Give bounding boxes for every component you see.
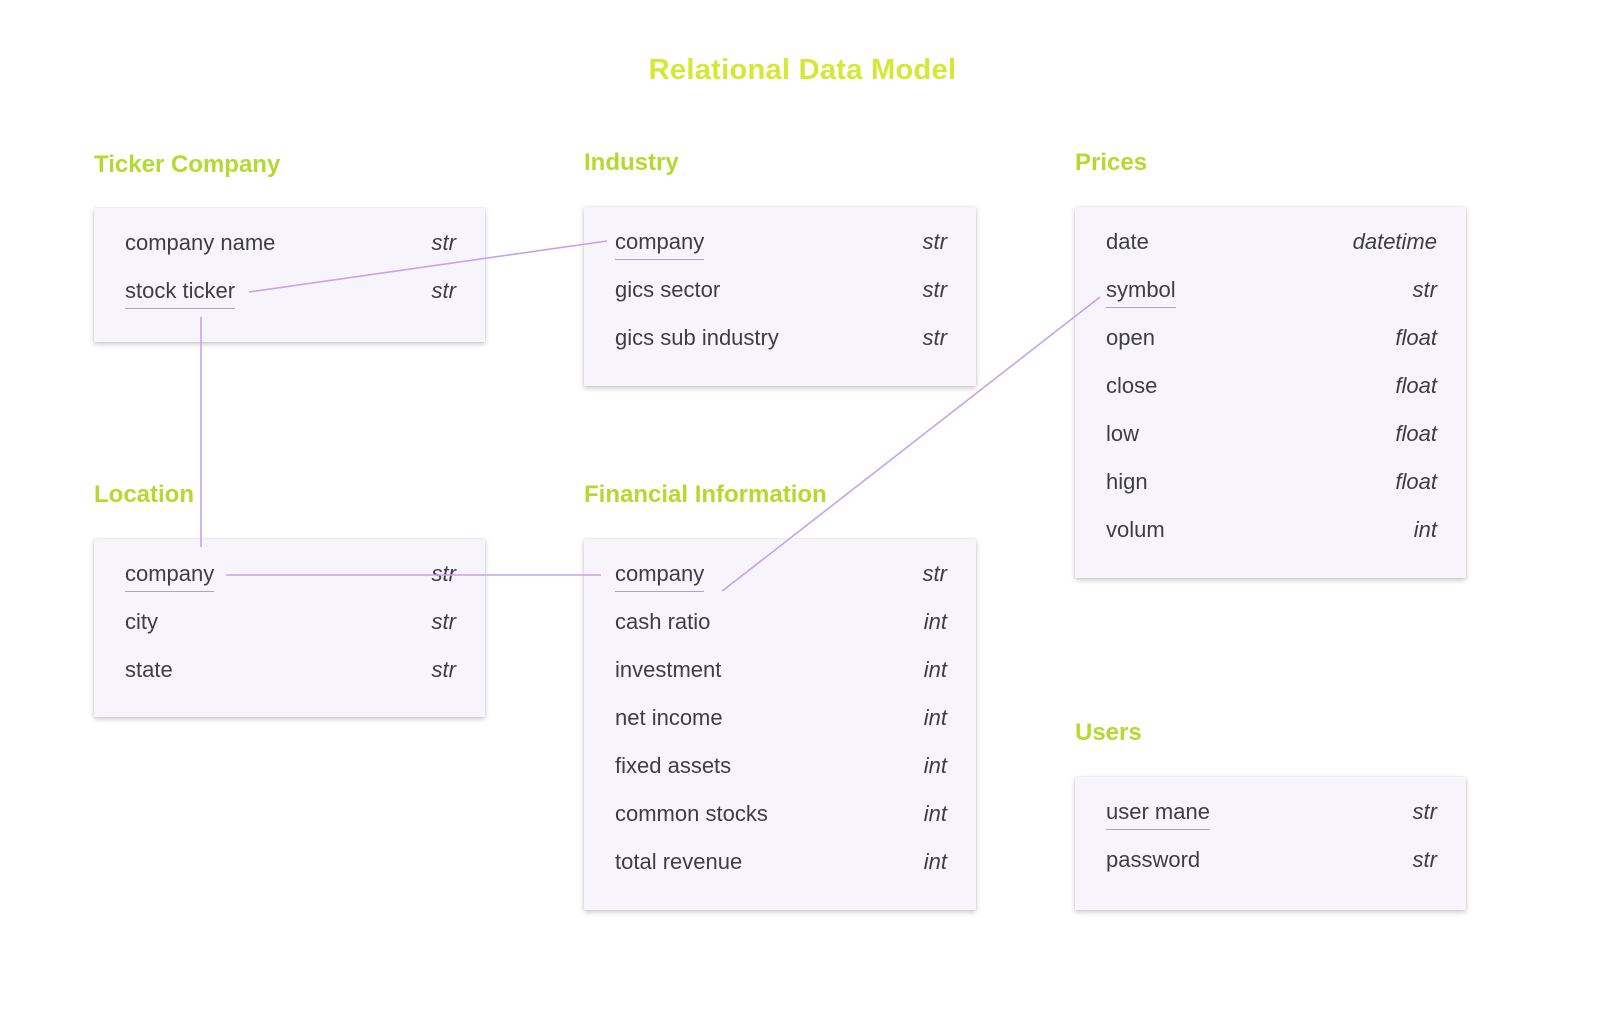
key-field-name: user mane	[1106, 799, 1210, 830]
location-table: company str city str state str	[94, 539, 485, 717]
field-name: state	[125, 657, 173, 682]
field-name: open	[1106, 325, 1155, 350]
field-row: company name str	[125, 230, 456, 260]
diagram-title: Relational Data Model	[648, 54, 957, 86]
field-type: str	[922, 561, 947, 586]
field-name: gics sub industry	[615, 325, 779, 350]
field-type: int	[923, 609, 947, 634]
field-type: int	[923, 657, 947, 682]
field-row: date datetime	[1106, 229, 1437, 259]
field-row: fixed assets int	[615, 753, 947, 783]
field-type: str	[1412, 847, 1437, 872]
field-row: company str	[125, 561, 456, 592]
field-type: str	[431, 278, 456, 303]
prices-table-title: Prices	[1075, 149, 1148, 176]
financial-information-table-title: Financial Information	[584, 481, 827, 508]
field-type: float	[1395, 421, 1437, 446]
field-row: open float	[1106, 325, 1437, 355]
field-row: hign float	[1106, 469, 1437, 499]
key-field-name: company	[615, 561, 705, 592]
prices-table: date datetime symbol str open float close float…	[1075, 207, 1466, 578]
field-name: company name	[125, 230, 276, 255]
field-type: str	[922, 325, 947, 350]
field-name: low	[1106, 421, 1140, 446]
field-row: state str	[125, 657, 456, 687]
field-type: float	[1395, 469, 1437, 494]
field-type: datetime	[1352, 229, 1437, 254]
field-name: close	[1106, 373, 1158, 398]
field-row: common stocks int	[615, 801, 947, 831]
field-row: volum int	[1106, 517, 1437, 547]
industry-table: company str gics sector str gics sub industr…	[584, 207, 976, 386]
field-type: str	[431, 609, 456, 634]
users-table: user mane str password str	[1075, 777, 1466, 910]
financial-information-table: company str cash ratio int investment int net …	[584, 539, 976, 910]
field-row: investment int	[615, 657, 947, 687]
field-type: int	[923, 801, 947, 826]
field-type: str	[431, 657, 456, 682]
field-type: str	[431, 230, 456, 255]
ticker-company-table: company name str stock ticker str	[94, 208, 485, 342]
field-row: gics sector str	[615, 277, 947, 307]
field-row: total revenue int	[615, 849, 947, 879]
field-name: total revenue	[615, 849, 743, 874]
field-row: close float	[1106, 373, 1437, 403]
industry-table-title: Industry	[584, 149, 679, 176]
field-name: hign	[1106, 469, 1148, 494]
field-row: net income int	[615, 705, 947, 735]
field-row: stock ticker str	[125, 278, 456, 309]
field-row: password str	[1106, 847, 1437, 877]
field-name: investment	[615, 657, 722, 682]
field-type: float	[1395, 325, 1437, 350]
field-name: gics sector	[615, 277, 721, 302]
key-field-name: symbol	[1106, 277, 1176, 308]
users-table-title: Users	[1075, 719, 1142, 746]
key-field-name: company	[615, 229, 705, 260]
field-row: company str	[615, 229, 947, 260]
field-row: cash ratio int	[615, 609, 947, 639]
field-type: str	[1412, 277, 1437, 302]
key-field-name: company	[125, 561, 215, 592]
field-name: cash ratio	[615, 609, 711, 634]
location-table-title: Location	[94, 481, 194, 508]
field-name: net income	[615, 705, 723, 730]
field-name: date	[1106, 229, 1149, 254]
field-name: city	[125, 609, 158, 634]
field-row: symbol str	[1106, 277, 1437, 308]
field-name: volum	[1106, 517, 1165, 542]
field-row: low float	[1106, 421, 1437, 451]
field-type: str	[431, 561, 456, 586]
field-name: password	[1106, 847, 1201, 872]
field-row: city str	[125, 609, 456, 639]
key-field-name: stock ticker	[125, 278, 236, 309]
field-type: str	[922, 229, 947, 254]
field-row: user mane str	[1106, 799, 1437, 830]
field-type: int	[923, 849, 947, 874]
field-type: str	[1412, 799, 1437, 824]
field-name: fixed assets	[615, 753, 732, 778]
field-type: str	[922, 277, 947, 302]
field-type: float	[1395, 373, 1437, 398]
field-type: int	[923, 705, 947, 730]
field-name: common stocks	[615, 801, 768, 826]
ticker-company-table-title: Ticker Company	[94, 151, 281, 178]
field-type: int	[1413, 517, 1437, 542]
field-type: int	[923, 753, 947, 778]
field-row: gics sub industry str	[615, 325, 947, 355]
field-row: company str	[615, 561, 947, 592]
